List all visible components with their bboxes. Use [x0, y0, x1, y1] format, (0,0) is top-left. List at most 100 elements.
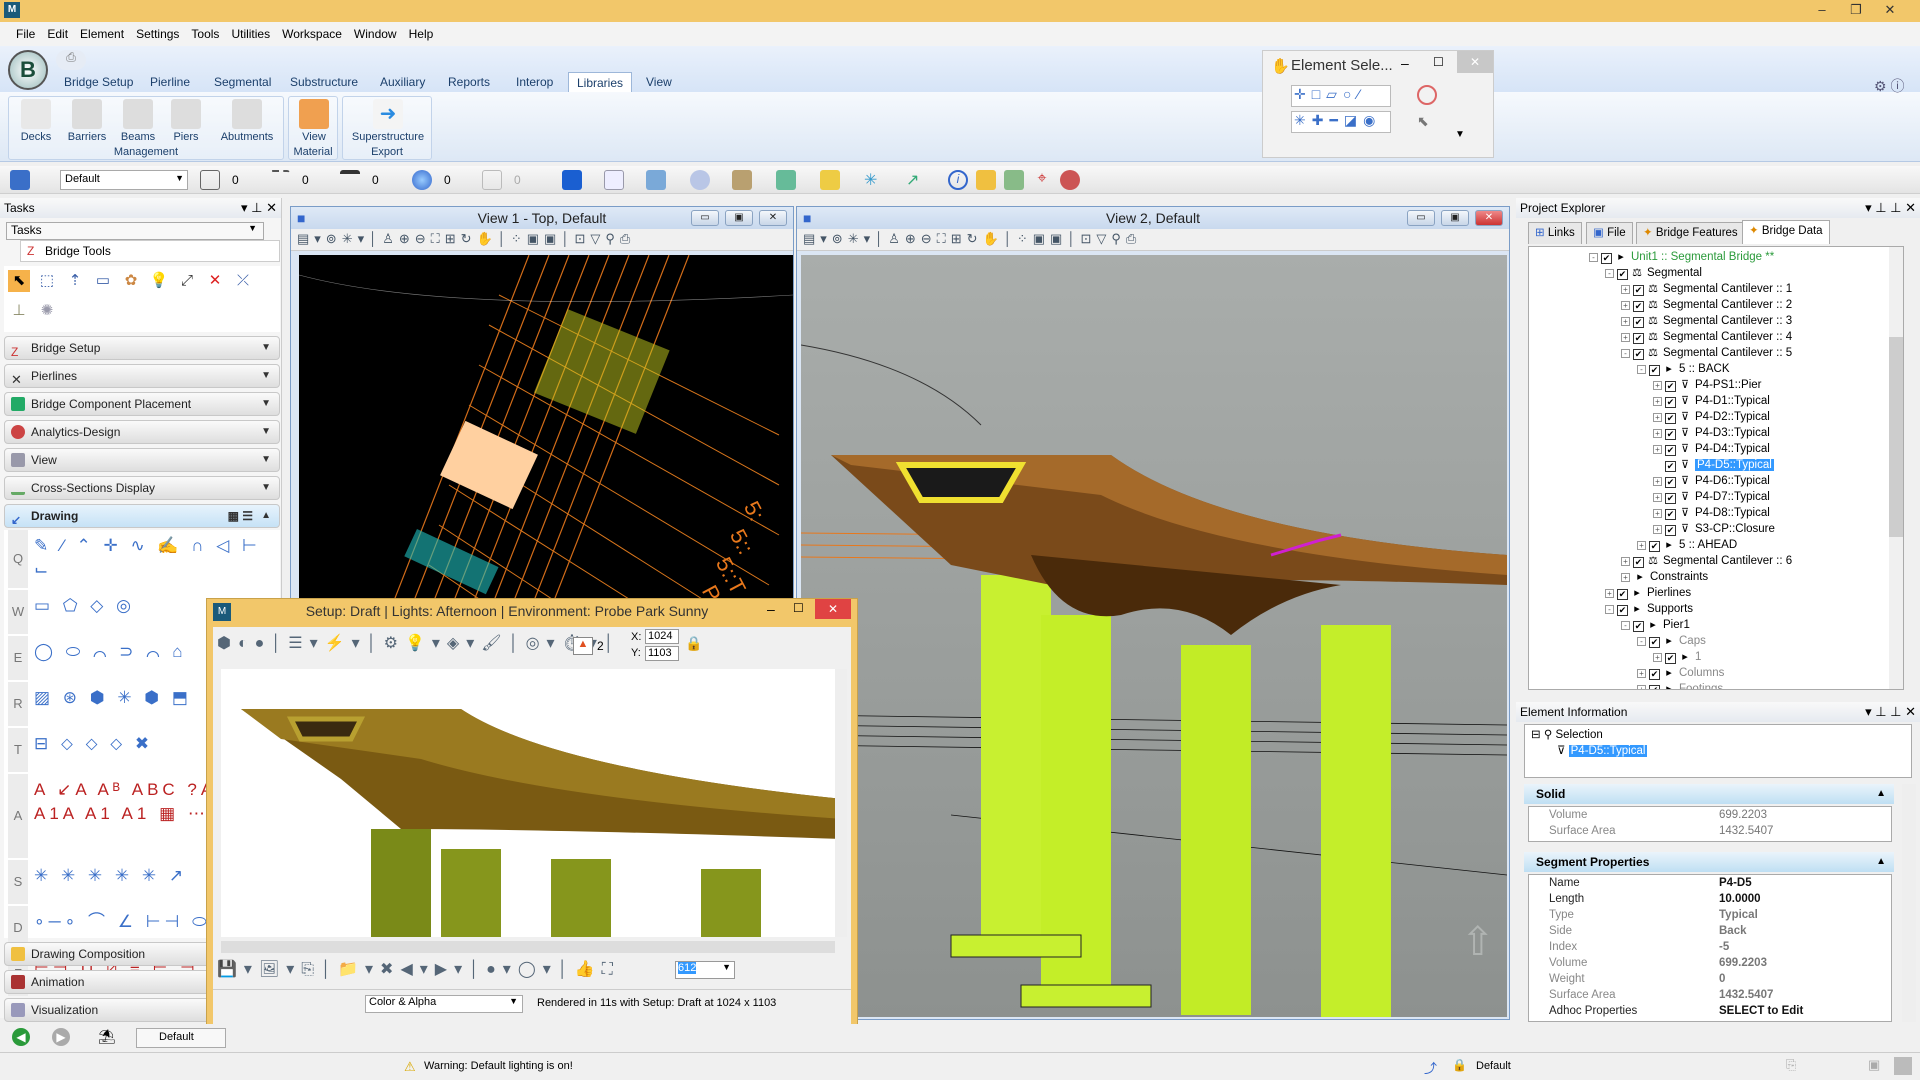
- restore-button[interactable]: ▣: [725, 210, 753, 226]
- tree-node[interactable]: - ✔ ⚖ Segmental Cantilever :: 5: [1621, 345, 1792, 361]
- active-model-icon[interactable]: [10, 170, 30, 190]
- collapse-icon[interactable]: -: [1637, 637, 1646, 646]
- transparency-icon[interactable]: [412, 170, 432, 190]
- tree-node[interactable]: + ✔ ⊽ P4-D8::Typical: [1653, 505, 1770, 521]
- tree-node[interactable]: + ✔ ⊽ P4-D4::Typical: [1653, 441, 1770, 457]
- maximize-button[interactable]: ☐: [793, 601, 804, 615]
- light-bulb-tool[interactable]: 💡: [148, 270, 170, 292]
- ribbon-tab-bridge-setup[interactable]: Bridge Setup: [56, 72, 141, 92]
- checkbox[interactable]: ✔: [1649, 685, 1660, 689]
- collapse-icon[interactable]: -: [1605, 605, 1614, 614]
- close-button[interactable]: ✕: [1457, 51, 1493, 73]
- expand-icon[interactable]: +: [1605, 589, 1614, 598]
- line-weight-icon[interactable]: [340, 170, 360, 190]
- selection-node[interactable]: ⊟ ⚲ Selection: [1531, 727, 1603, 741]
- view-tools-icons[interactable]: ▤▾⊚✳▾│♙⊕⊖⛶⊞↻✋│⁘▣▣│⊡▽⚲⎙: [803, 231, 1141, 247]
- zoom-combo[interactable]: 612 ▼: [675, 961, 735, 979]
- ribbon-tab-auxiliary[interactable]: Auxiliary: [372, 72, 433, 92]
- barriers-button[interactable]: Barriers: [63, 99, 111, 143]
- minimize-button[interactable]: ▭: [691, 210, 719, 226]
- models-icon[interactable]: [646, 170, 666, 190]
- transform-icon[interactable]: ↗: [906, 170, 926, 190]
- ribbon-tab-pierline[interactable]: Pierline: [142, 72, 198, 92]
- tree-scrollbar[interactable]: [1889, 247, 1903, 689]
- select-tool[interactable]: ⬉: [8, 270, 30, 292]
- ribbon-tab-libraries[interactable]: Libraries: [568, 72, 633, 92]
- decks-button[interactable]: Decks: [15, 99, 57, 143]
- forward-icon[interactable]: ▶: [52, 1028, 70, 1046]
- checkbox[interactable]: ✔: [1649, 365, 1660, 376]
- close-button[interactable]: ✕: [1876, 0, 1904, 20]
- abutments-button[interactable]: Abutments: [215, 99, 279, 143]
- tab-bridge-data[interactable]: ✦ Bridge Data: [1742, 220, 1830, 244]
- tab-bridge-features[interactable]: ✦ Bridge Features: [1636, 222, 1745, 244]
- property-row[interactable]: Index -5: [1529, 939, 1891, 955]
- tree-node[interactable]: + ✔ ▸ Footings: [1637, 681, 1723, 689]
- vertical-scrollbar[interactable]: [835, 669, 847, 937]
- ribbon-tab-interop[interactable]: Interop: [508, 72, 561, 92]
- expand-icon[interactable]: +: [1621, 285, 1630, 294]
- layers-icon[interactable]: [820, 170, 840, 190]
- scale-tool[interactable]: ⤢: [176, 270, 198, 292]
- properties-icon[interactable]: [1004, 170, 1024, 190]
- segment-properties-header[interactable]: Segment Properties ▲: [1524, 852, 1894, 872]
- fence-tool[interactable]: ⬚: [36, 270, 58, 292]
- tree-node[interactable]: - ✔ ▸ Caps: [1637, 633, 1706, 649]
- pointer-icon[interactable]: ⬉: [1417, 113, 1429, 130]
- menu-item-settings[interactable]: Settings: [136, 27, 179, 41]
- panel-controls[interactable]: ▾ ⊥ ⊥ ✕: [1865, 702, 1916, 722]
- snap-mode-icon[interactable]: ⤴: [1424, 1058, 1437, 1077]
- checkbox[interactable]: ✔: [1633, 301, 1644, 312]
- checkbox[interactable]: ✔: [1617, 269, 1628, 280]
- checkbox[interactable]: ✔: [1665, 525, 1676, 536]
- section-view[interactable]: View ▼: [4, 448, 280, 472]
- view-group-icon[interactable]: ⛱: [98, 1028, 116, 1045]
- ribbon-tab-view[interactable]: View: [638, 72, 680, 92]
- restore-button[interactable]: ❐: [1842, 0, 1870, 20]
- 3d-view-canvas[interactable]: ⇧: [801, 255, 1507, 1017]
- tree-node[interactable]: + ✔ ▸ Columns: [1637, 665, 1724, 681]
- raster-icon[interactable]: [732, 170, 752, 190]
- section-drawing[interactable]: ↙ Drawing ▦ ☰ ▲: [4, 504, 280, 528]
- expand-icon[interactable]: +: [1621, 301, 1630, 310]
- checkbox[interactable]: ✔: [1665, 653, 1676, 664]
- section-bridge-component-placement[interactable]: Bridge Component Placement ▼: [4, 392, 280, 416]
- no-display-icon[interactable]: [1060, 170, 1080, 190]
- tree-node[interactable]: - ✔ ⚖ Segmental: [1605, 265, 1702, 281]
- expand-icon[interactable]: +: [1653, 493, 1662, 502]
- expand-icon[interactable]: +: [1621, 333, 1630, 342]
- line-style-icon[interactable]: [270, 170, 290, 190]
- expand-icon[interactable]: +: [1621, 317, 1630, 326]
- expand-icon[interactable]: +: [1653, 525, 1662, 534]
- drawing-tools-row-q[interactable]: ✎ ⁄ ⌃ ✛ ∿ ✍ ∩ ◁ ⊢ ⌙: [34, 534, 274, 582]
- sheet-icon[interactable]: ⎘: [1786, 1057, 1796, 1073]
- x-resolution-input[interactable]: 1024: [645, 629, 679, 644]
- solid-section-header[interactable]: Solid ▲: [1524, 784, 1894, 804]
- raster-icon[interactable]: ▣: [1868, 1057, 1880, 1073]
- references-icon[interactable]: [690, 170, 710, 190]
- checkbox[interactable]: ✔: [1601, 253, 1612, 264]
- expand-icon[interactable]: +: [1653, 653, 1662, 662]
- minimize-button[interactable]: –: [1401, 55, 1409, 71]
- horizontal-scrollbar[interactable]: [221, 941, 835, 953]
- minimize-button[interactable]: –: [1808, 0, 1836, 20]
- menu-item-file[interactable]: File: [16, 27, 35, 41]
- render-toolbar-icons[interactable]: ⬢◐●│☰▾⚡▾│⚙💡▾◈▾🖌│◎▾⏱▾│: [217, 633, 621, 653]
- tab-file[interactable]: ▣ File: [1586, 222, 1633, 244]
- checkbox[interactable]: ✔: [1649, 669, 1660, 680]
- selection-mode-row[interactable]: ✛□▱○⁄: [1291, 85, 1391, 107]
- ribbon-tab-substructure[interactable]: Substructure: [282, 72, 366, 92]
- property-row[interactable]: Surface Area 1432.5407: [1529, 823, 1891, 839]
- section-pierlines[interactable]: ✕ Pierlines ▼: [4, 364, 280, 388]
- palette-tool[interactable]: ✿: [120, 270, 142, 292]
- expand-icon[interactable]: +: [1621, 557, 1630, 566]
- print-icon[interactable]: ⎙: [56, 50, 86, 70]
- property-row[interactable]: Volume 699.2203: [1529, 955, 1891, 971]
- checkbox[interactable]: ✔: [1665, 477, 1676, 488]
- tree-node[interactable]: + ✔ ⚖ Segmental Cantilever :: 2: [1621, 297, 1792, 313]
- selection-method-row[interactable]: ✳✚━◪◉: [1291, 111, 1391, 133]
- tree-node[interactable]: + ✔ ⚖ Segmental Cantilever :: 4: [1621, 329, 1792, 345]
- views-icon[interactable]: ▲: [573, 637, 593, 655]
- beams-button[interactable]: Beams: [117, 99, 159, 143]
- expand-icon[interactable]: +: [1637, 669, 1646, 678]
